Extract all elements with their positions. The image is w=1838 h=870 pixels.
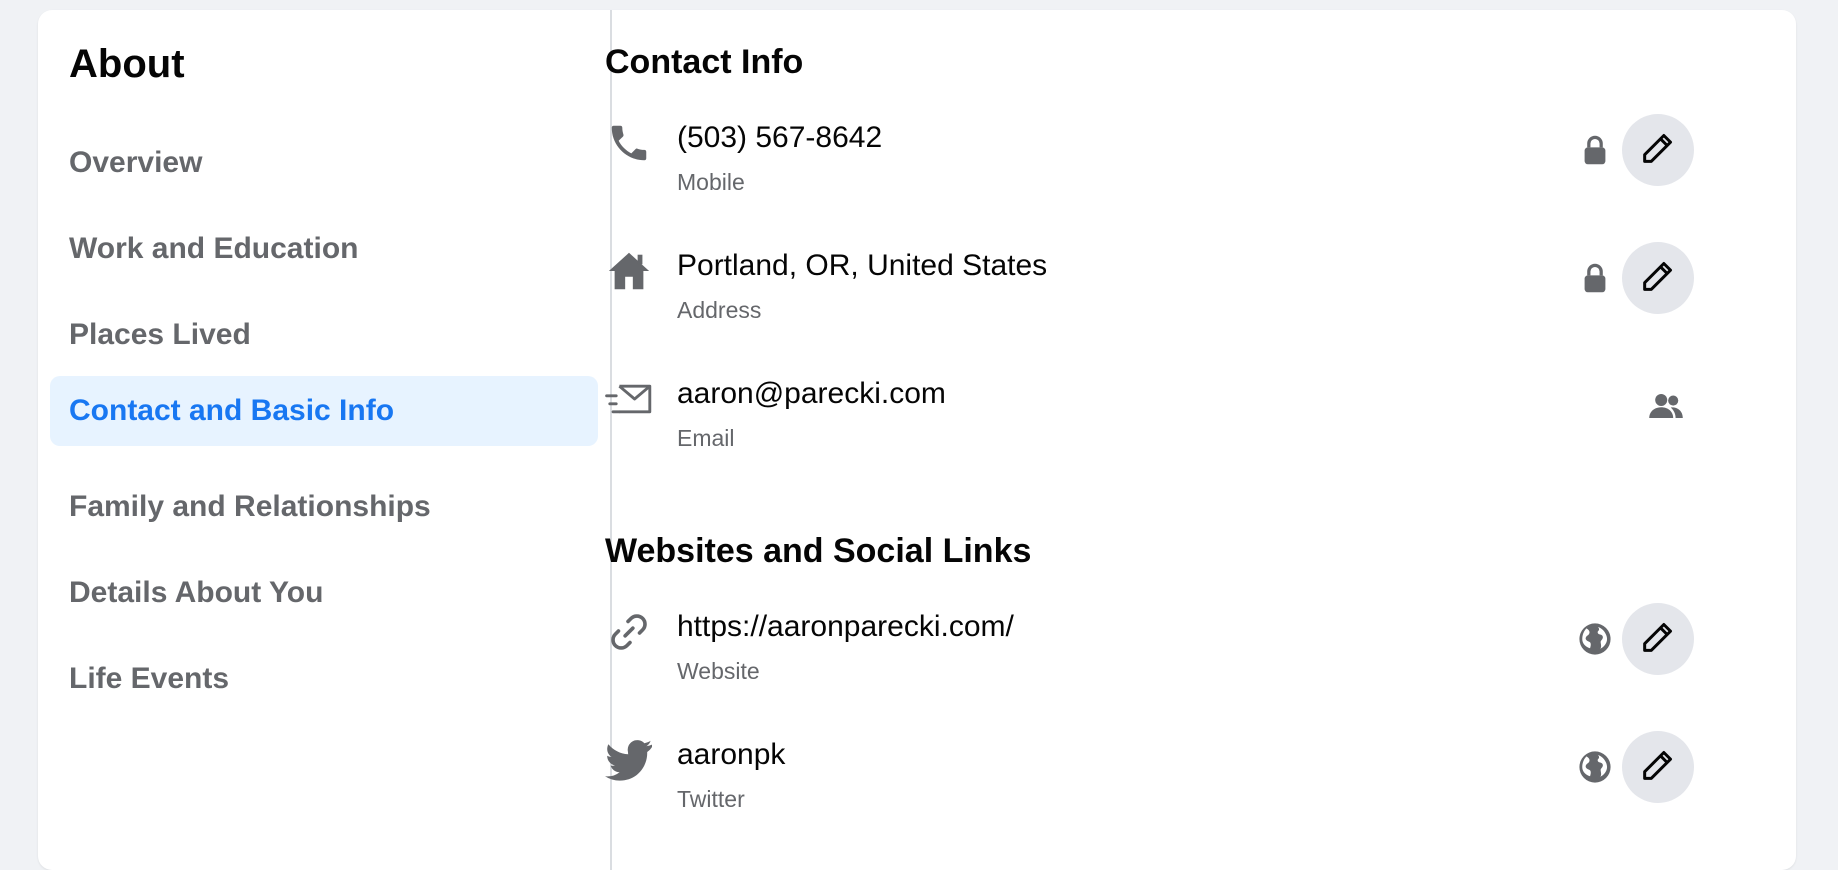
sidebar-item-life-events[interactable]: Life Events — [50, 644, 598, 714]
sidebar-item-details-about-you[interactable]: Details About You — [50, 558, 598, 628]
website-row: https://aaronparecki.com/ Website — [605, 603, 1735, 707]
edit-website-button[interactable] — [1622, 603, 1694, 675]
contact-row-phone: (503) 567-8642 Mobile — [605, 114, 1735, 218]
sidebar-item-label: Life Events — [69, 662, 230, 695]
pencil-icon — [1638, 617, 1678, 662]
address-label: Address — [677, 297, 762, 323]
friends-icon[interactable] — [1648, 388, 1684, 424]
twitter-row: aaronpk Twitter — [605, 731, 1735, 835]
twitter-icon — [605, 735, 653, 785]
globe-icon[interactable] — [1577, 749, 1613, 785]
phone-value: (503) 567-8642 — [677, 121, 883, 154]
sidebar-item-label: Overview — [69, 146, 203, 179]
edit-twitter-button[interactable] — [1622, 731, 1694, 803]
email-label: Email — [677, 425, 735, 451]
lock-icon[interactable] — [1577, 132, 1613, 168]
address-value: Portland, OR, United States — [677, 249, 1048, 282]
website-label: Website — [677, 658, 760, 684]
lock-icon[interactable] — [1577, 260, 1613, 296]
globe-icon[interactable] — [1577, 621, 1613, 657]
sidebar-item-label: Family and Relationships — [69, 490, 431, 523]
twitter-value[interactable]: aaronpk — [677, 738, 785, 772]
sidebar-item-places-lived[interactable]: Places Lived — [50, 300, 598, 370]
sidebar-item-contact-and-basic-info[interactable]: Contact and Basic Info — [50, 376, 598, 446]
websites-title: Websites and Social Links — [605, 532, 1032, 570]
link-icon — [605, 607, 653, 657]
sidebar-item-label: Contact and Basic Info — [69, 394, 395, 427]
contact-row-address: Portland, OR, United States Address — [605, 242, 1735, 346]
sidebar-item-overview[interactable]: Overview — [50, 128, 598, 198]
pencil-icon — [1638, 745, 1678, 790]
pencil-icon — [1638, 128, 1678, 173]
sidebar-item-work-and-education[interactable]: Work and Education — [50, 214, 598, 284]
edit-phone-button[interactable] — [1622, 114, 1694, 186]
email-value: aaron@parecki.com — [677, 377, 946, 410]
contact-row-email: aaron@parecki.com Email — [605, 374, 1735, 474]
edit-address-button[interactable] — [1622, 242, 1694, 314]
pencil-icon — [1638, 256, 1678, 301]
phone-label: Mobile — [677, 169, 745, 195]
about-title: About — [69, 42, 185, 86]
sidebar-item-label: Places Lived — [69, 318, 251, 351]
sidebar-item-label: Work and Education — [69, 232, 359, 265]
sidebar-item-family-and-relationships[interactable]: Family and Relationships — [50, 472, 598, 542]
home-icon — [605, 246, 653, 296]
contact-info-title: Contact Info — [605, 43, 804, 81]
website-value[interactable]: https://aaronparecki.com/ — [677, 610, 1014, 644]
phone-icon — [605, 118, 653, 168]
email-icon — [605, 374, 653, 424]
twitter-label: Twitter — [677, 786, 745, 812]
sidebar-item-label: Details About You — [69, 576, 324, 609]
